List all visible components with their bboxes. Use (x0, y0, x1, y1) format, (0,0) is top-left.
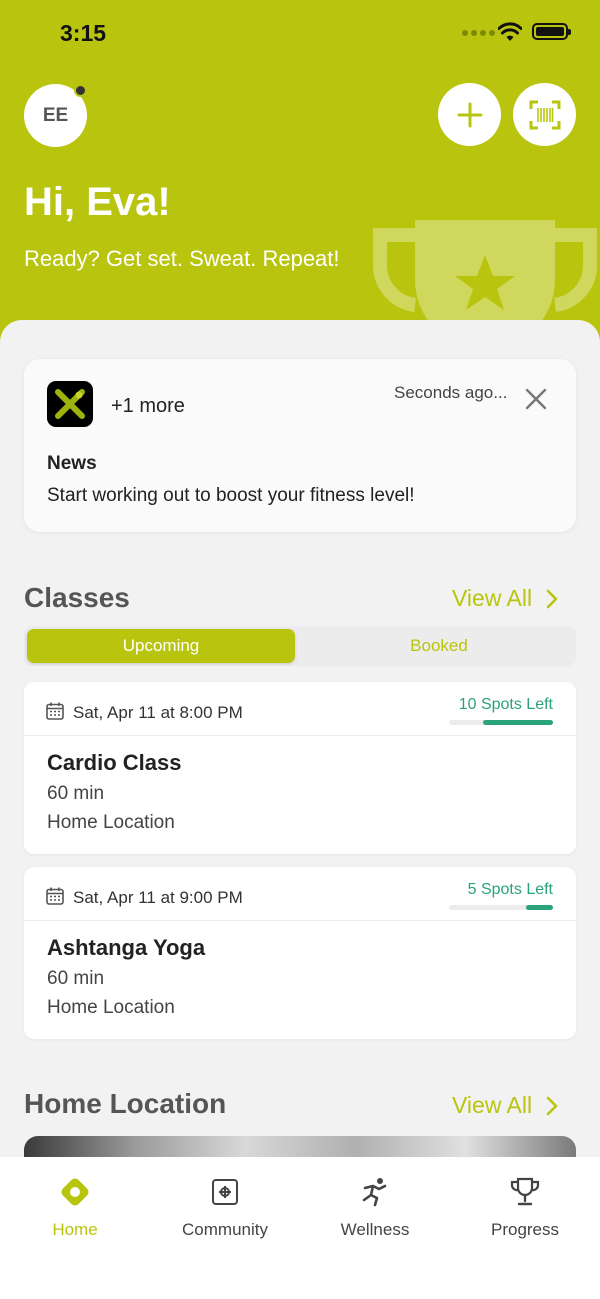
trophy-icon (508, 1175, 542, 1209)
home-location-view-all-link[interactable]: View All (452, 1092, 558, 1119)
class-duration: 60 min (47, 968, 105, 989)
barcode-scan-icon (529, 100, 560, 129)
app-logo-icon (55, 389, 85, 419)
class-card-header: Sat, Apr 11 at 8:00 PM 10 Spots Left (24, 682, 576, 736)
main-content: +1 more Seconds ago... News Start workin… (0, 320, 600, 1157)
tab-community[interactable]: Community (150, 1175, 300, 1240)
more-count: +1 more (111, 395, 185, 417)
classes-segmented-control: Upcoming Booked (24, 626, 576, 666)
calendar-icon (46, 702, 64, 720)
add-button[interactable] (438, 83, 501, 146)
cellular-signal-icon (462, 30, 495, 36)
class-duration: 60 min (47, 783, 105, 804)
spots-progress-bar (449, 905, 553, 910)
spots-left: 10 Spots Left (458, 696, 553, 713)
class-date: Sat, Apr 11 at 9:00 PM (73, 888, 243, 907)
header: 3:15 EE Hi, Eva! Ready? Get set. Sweat. … (0, 0, 600, 360)
greeting: Hi, Eva! (24, 180, 171, 224)
home-icon (58, 1175, 92, 1209)
class-name: Ashtanga Yoga (47, 935, 206, 960)
class-card[interactable]: Sat, Apr 11 at 9:00 PM 5 Spots Left Asht… (24, 867, 576, 1039)
class-card-header: Sat, Apr 11 at 9:00 PM 5 Spots Left (24, 867, 576, 921)
scan-barcode-button[interactable] (513, 83, 576, 146)
status-bar: 3:15 (0, 0, 600, 66)
home-location-title: Home Location (24, 1088, 227, 1119)
classes-title: Classes (24, 582, 130, 613)
classes-view-all-link[interactable]: View All (452, 585, 558, 612)
tab-label: Wellness (340, 1220, 410, 1239)
tab-booked[interactable]: Booked (305, 629, 573, 663)
app-logo (47, 381, 93, 427)
chevron-right-icon (546, 589, 558, 608)
class-location: Home Location (47, 812, 175, 833)
plus-icon (457, 102, 482, 127)
tab-label: Community (182, 1220, 268, 1239)
view-all-label: View All (452, 585, 533, 611)
class-location: Home Location (47, 997, 175, 1018)
view-all-label: View All (452, 1092, 533, 1118)
class-card[interactable]: Sat, Apr 11 at 8:00 PM 10 Spots Left Car… (24, 682, 576, 854)
spots-left: 5 Spots Left (467, 881, 553, 898)
spots-progress-fill (483, 720, 553, 725)
notification-time: Seconds ago... (394, 383, 508, 402)
tab-progress[interactable]: Progress (450, 1175, 600, 1240)
community-icon (208, 1175, 242, 1209)
notification-dot (74, 84, 87, 97)
spots-progress-bar (449, 720, 553, 725)
tab-home[interactable]: Home (0, 1175, 150, 1240)
home-location-image[interactable] (24, 1136, 576, 1157)
battery-icon (532, 23, 571, 40)
wifi-icon (498, 22, 522, 41)
news-title: News (47, 453, 97, 474)
bottom-tab-bar: Home Community Wellness Progress (0, 1157, 600, 1299)
tab-label: Progress (490, 1220, 560, 1239)
spots-progress-fill (525, 905, 553, 910)
running-person-icon (358, 1175, 392, 1209)
chevron-right-icon (546, 1096, 558, 1115)
news-notification-card[interactable]: +1 more Seconds ago... News Start workin… (24, 359, 576, 532)
tab-label: Home (52, 1220, 98, 1239)
tab-upcoming[interactable]: Upcoming (27, 629, 295, 663)
class-date: Sat, Apr 11 at 8:00 PM (73, 703, 243, 722)
class-name: Cardio Class (47, 750, 182, 775)
calendar-icon (46, 887, 64, 905)
close-icon[interactable] (524, 387, 548, 411)
tab-wellness[interactable]: Wellness (300, 1175, 450, 1240)
tagline: Ready? Get set. Sweat. Repeat! (24, 246, 340, 271)
status-time: 3:15 (60, 20, 107, 46)
news-body: Start working out to boost your fitness … (47, 485, 415, 506)
